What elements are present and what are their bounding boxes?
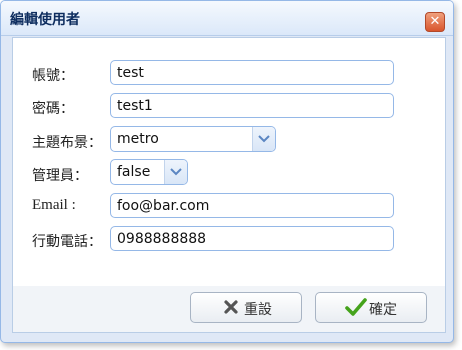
chevron-down-icon [258,135,270,143]
edit-user-dialog: 編輯使用者 ✕ 帳號： test 密碼： test1 主題布景： metro 管… [0,0,454,343]
password-input[interactable]: test1 [110,93,394,118]
dialog-body: 帳號： test 密碼： test1 主題布景： metro 管理員： fals… [12,37,446,287]
email-input[interactable]: foo@bar.com [110,193,394,218]
close-icon: ✕ [429,14,441,29]
confirm-button[interactable]: 確定 [315,292,427,323]
dialog-title: 編輯使用者 [10,12,80,28]
chevron-down-icon [170,168,182,176]
theme-select-arrow[interactable] [252,127,275,151]
dialog-titlebar[interactable]: 編輯使用者 ✕ [1,1,453,36]
mobile-input[interactable]: 0988888888 [110,226,394,251]
admin-select-value: false [117,164,151,180]
theme-select-value: metro [117,131,159,147]
theme-select[interactable]: metro [110,126,276,152]
mobile-label: 行動電話： [32,234,102,250]
reset-button[interactable]: 重設 [190,292,302,323]
x-icon [223,299,239,319]
reset-button-label: 重設 [244,302,272,318]
confirm-button-label: 確定 [369,302,397,318]
dialog-footer: 重設 確定 [12,286,446,333]
email-label: Email : [32,197,76,213]
admin-select-arrow[interactable] [164,160,187,184]
checkmark-icon [345,297,367,321]
theme-label: 主題布景： [32,135,102,151]
account-input[interactable]: test [110,60,394,85]
password-label: 密碼： [32,101,74,117]
account-label: 帳號： [32,68,74,84]
close-button[interactable]: ✕ [425,12,445,32]
admin-select[interactable]: false [110,159,188,185]
admin-label: 管理員： [32,168,88,184]
